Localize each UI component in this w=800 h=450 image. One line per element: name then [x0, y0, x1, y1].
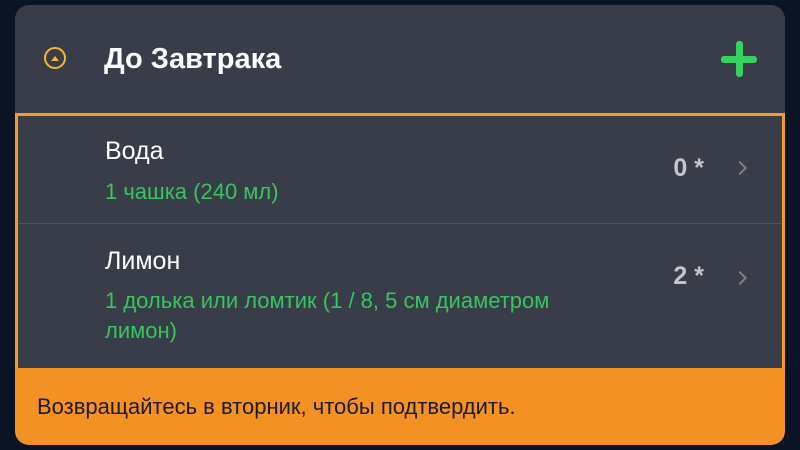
chevron-right-icon: [732, 160, 748, 176]
item-count: 2 *: [673, 262, 704, 290]
add-item-button[interactable]: [721, 41, 757, 77]
sunrise-icon: [44, 47, 66, 69]
banner-message: Возвращайтесь в вторник, чтобы подтверди…: [37, 394, 516, 419]
confirmation-banner: Возвращайтесь в вторник, чтобы подтверди…: [15, 368, 785, 445]
item-portion: 1 чашка (240 мл): [105, 179, 279, 204]
item-name: Вода: [105, 137, 164, 165]
list-item[interactable]: Лимон 1 долька или ломтик (1 / 8, 5 см д…: [18, 224, 782, 368]
meal-header: До Завтрака: [15, 5, 785, 109]
list-item[interactable]: Вода 1 чашка (240 мл) 0 *: [18, 116, 782, 224]
meal-title: До Завтрака: [104, 43, 282, 75]
chevron-right-icon: [732, 270, 748, 286]
food-list: Вода 1 чашка (240 мл) 0 * Лимон 1 долька…: [15, 113, 785, 368]
item-portion: 1 долька или ломтик (1 / 8, 5 см диаметр…: [105, 288, 550, 343]
item-name: Лимон: [105, 247, 181, 275]
meal-card: До Завтрака Вода 1 чашка (240 мл) 0 * Ли…: [15, 5, 785, 445]
item-count: 0 *: [673, 154, 704, 182]
